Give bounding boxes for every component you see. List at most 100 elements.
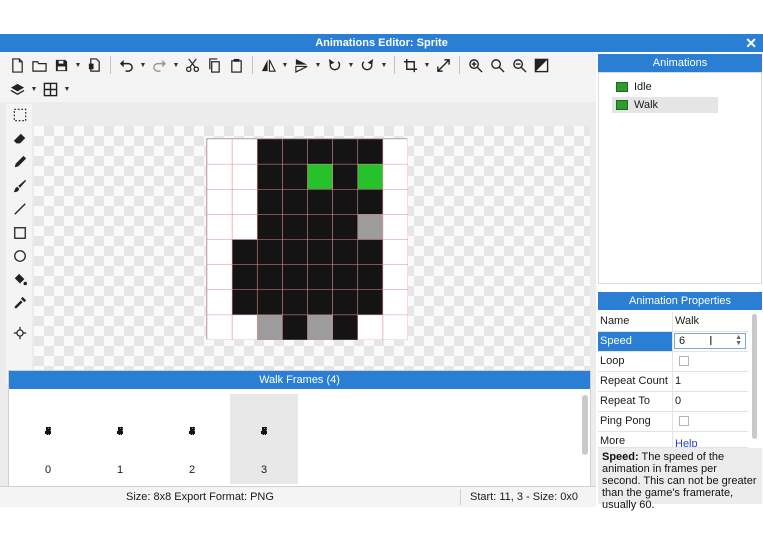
sprite-pixel[interactable] (282, 289, 308, 315)
layers-icon[interactable] (8, 80, 27, 99)
sprite-canvas-area[interactable] (34, 126, 590, 384)
sprite-pixel-grid[interactable] (207, 139, 408, 340)
spinner-arrows-icon[interactable]: ▲ ▼ (735, 334, 742, 347)
sprite-pixel[interactable] (207, 189, 233, 215)
zoom-reset-icon[interactable] (488, 56, 507, 75)
sprite-pixel[interactable] (357, 264, 383, 290)
sprite-pixel[interactable] (232, 314, 258, 340)
sprite-pixel[interactable] (382, 164, 408, 190)
sprite-pixel[interactable] (282, 139, 308, 165)
sprite-pixel[interactable] (232, 289, 258, 315)
sprite-pixel[interactable] (332, 189, 358, 215)
pencil-icon[interactable] (11, 153, 28, 170)
line-icon[interactable] (11, 200, 28, 217)
sprite-pixel[interactable] (382, 289, 408, 315)
sprite-pixel[interactable] (307, 139, 333, 165)
grid-caret[interactable]: ▼ (63, 80, 71, 99)
close-icon[interactable]: ✕ (745, 34, 757, 52)
sprite-pixel[interactable] (357, 189, 383, 215)
sprite-pixel[interactable] (257, 214, 283, 240)
color-picker-icon[interactable] (11, 294, 28, 311)
sprite-pixel[interactable] (382, 214, 408, 240)
help-link[interactable]: Help (675, 438, 698, 447)
sprite-pixel[interactable] (332, 139, 358, 165)
sprite-pixel[interactable] (232, 139, 258, 165)
crop-icon[interactable] (401, 56, 420, 75)
sprite-pixel[interactable] (257, 314, 283, 340)
resize-icon[interactable] (434, 56, 453, 75)
sprite-pixel[interactable] (357, 314, 383, 340)
sprite-pixel[interactable] (307, 314, 333, 340)
prop-value-repeat-count[interactable]: 1 (675, 375, 681, 387)
rotate-left-caret[interactable]: ▼ (347, 56, 355, 75)
sprite-pixel[interactable] (357, 139, 383, 165)
animation-item-idle[interactable]: Idle (612, 79, 718, 95)
scrollbar-thumb[interactable] (582, 395, 588, 455)
brush-icon[interactable] (11, 177, 28, 194)
open-folder-icon[interactable] (30, 56, 49, 75)
sprite-pixel[interactable] (382, 189, 408, 215)
sprite-pixel[interactable] (257, 239, 283, 265)
sprite-pixel[interactable] (282, 189, 308, 215)
sprite-pixel[interactable] (382, 239, 408, 265)
copy-icon[interactable] (205, 56, 224, 75)
sprite-pixel[interactable] (382, 139, 408, 165)
sprite-pixel[interactable] (382, 314, 408, 340)
sprite-pixel[interactable] (207, 139, 233, 165)
prop-value-repeat-to[interactable]: 0 (675, 395, 681, 407)
sprite-pixel[interactable] (307, 214, 333, 240)
sprite-pixel[interactable] (282, 239, 308, 265)
zoom-out-icon[interactable] (510, 56, 529, 75)
save-icon[interactable] (52, 56, 71, 75)
sprite-pixel[interactable] (232, 239, 258, 265)
invert-icon[interactable] (532, 56, 551, 75)
sprite-pixel[interactable] (307, 289, 333, 315)
sprite-pixel[interactable] (332, 264, 358, 290)
frame-2[interactable]: 2 (158, 394, 226, 484)
flip-vertical-icon[interactable] (292, 56, 311, 75)
origin-icon[interactable] (11, 324, 28, 341)
sprite-pixel[interactable] (257, 289, 283, 315)
flip-horizontal-icon[interactable] (259, 56, 278, 75)
animation-item-walk[interactable]: Walk (612, 97, 718, 113)
sprite-pixel[interactable] (232, 264, 258, 290)
undo-menu-caret[interactable]: ▼ (139, 56, 147, 75)
sprite-pixel[interactable] (282, 164, 308, 190)
sprite-pixel[interactable] (332, 289, 358, 315)
flip-menu-caret[interactable]: ▼ (281, 56, 289, 75)
redo-icon[interactable] (150, 56, 169, 75)
export-icon[interactable] (85, 56, 104, 75)
sprite-pixel[interactable] (207, 239, 233, 265)
sprite-pixel[interactable] (332, 239, 358, 265)
rectangle-icon[interactable] (11, 224, 28, 241)
sprite-pixel[interactable] (307, 239, 333, 265)
ping-pong-checkbox[interactable] (679, 416, 689, 426)
sprite-pixel[interactable] (357, 214, 383, 240)
scrollbar-thumb[interactable] (752, 314, 757, 439)
sprite-pixel[interactable] (282, 314, 308, 340)
properties-scrollbar[interactable] (751, 312, 758, 452)
eraser-icon[interactable] (11, 130, 28, 147)
sprite-pixel[interactable] (232, 189, 258, 215)
sprite-pixel[interactable] (257, 264, 283, 290)
cut-icon[interactable] (183, 56, 202, 75)
rotate-left-icon[interactable] (325, 56, 344, 75)
save-menu-caret[interactable]: ▼ (74, 56, 82, 75)
sprite-pixel[interactable] (307, 264, 333, 290)
speed-input[interactable]: 6 I ▲ ▼ (674, 333, 746, 349)
sprite-pixel[interactable] (207, 289, 233, 315)
flip-v-menu-caret[interactable]: ▼ (314, 56, 322, 75)
sprite-pixel[interactable] (207, 264, 233, 290)
sprite-pixel[interactable] (357, 289, 383, 315)
sprite-pixel[interactable] (307, 164, 333, 190)
loop-checkbox[interactable] (679, 356, 689, 366)
sprite-canvas[interactable] (206, 138, 408, 340)
sprite-pixel[interactable] (282, 264, 308, 290)
frames-scrollbar[interactable] (581, 393, 589, 481)
frame-1[interactable]: 1 (86, 394, 154, 484)
sprite-pixel[interactable] (257, 189, 283, 215)
rotate-right-caret[interactable]: ▼ (380, 56, 388, 75)
grid-icon[interactable] (41, 80, 60, 99)
sprite-pixel[interactable] (232, 214, 258, 240)
zoom-in-icon[interactable] (466, 56, 485, 75)
